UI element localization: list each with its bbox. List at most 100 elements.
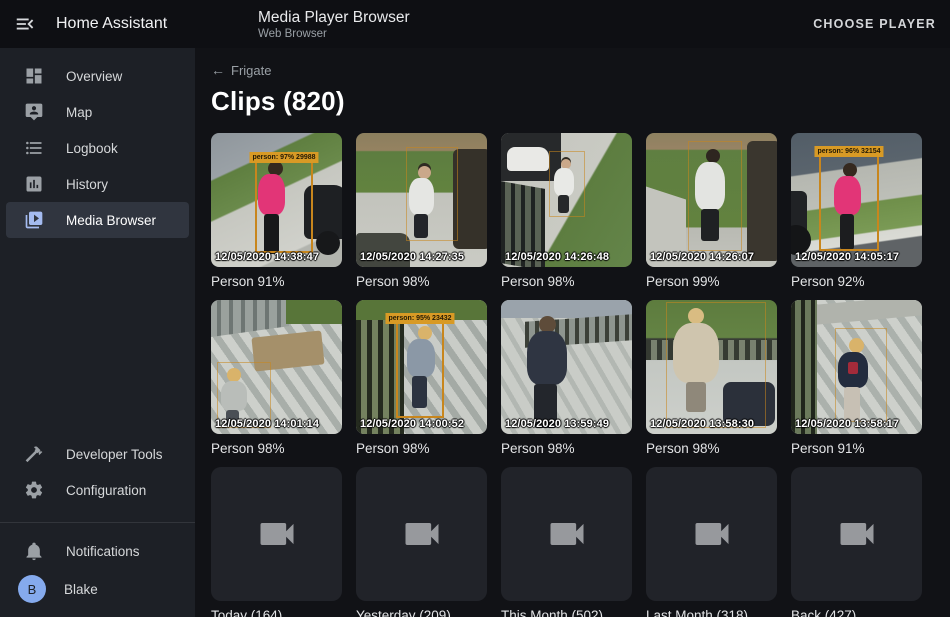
choose-player-button[interactable]: CHOOSE PLAYER bbox=[813, 17, 936, 31]
tooltip-account-icon bbox=[24, 102, 44, 122]
page-title: Clips (820) bbox=[211, 86, 934, 117]
player-heading: Media Player Browser Web Browser bbox=[195, 8, 410, 41]
sidebar-item-label: Configuration bbox=[66, 483, 146, 498]
clip-card[interactable]: 12/05/2020 13:58:17 Person 91% bbox=[791, 300, 922, 458]
clip-card[interactable]: 12/05/2020 13:59:49 Person 98% bbox=[501, 300, 632, 458]
clip-card[interactable]: person: 95% 23432 12/05/2020 14:00:52 Pe… bbox=[356, 300, 487, 458]
sidebar-item-label: Developer Tools bbox=[66, 447, 163, 462]
folder-tile bbox=[791, 467, 922, 601]
sidebar-item-label: Media Browser bbox=[66, 213, 156, 228]
sidebar-item-overview[interactable]: Overview bbox=[6, 58, 189, 94]
home-assistant-app: Home Assistant Media Player Browser Web … bbox=[0, 0, 950, 617]
clip-label: Person 98% bbox=[646, 440, 777, 458]
clip-thumbnail: 12/05/2020 13:59:49 bbox=[501, 300, 632, 434]
path-shape bbox=[817, 300, 922, 325]
clip-card[interactable]: 12/05/2020 14:26:48 Person 98% bbox=[501, 133, 632, 291]
fence-shape bbox=[791, 300, 817, 434]
clip-timestamp: 12/05/2020 14:26:48 bbox=[505, 251, 609, 263]
clip-timestamp: 12/05/2020 14:27:35 bbox=[360, 251, 464, 263]
video-camera-icon bbox=[400, 512, 444, 556]
clip-thumbnail: 12/05/2020 13:58:30 bbox=[646, 300, 777, 434]
sidebar-item-developer-tools[interactable]: Developer Tools bbox=[6, 436, 189, 472]
menu-open-icon[interactable] bbox=[14, 12, 38, 36]
sidebar-item-label: Logbook bbox=[66, 141, 118, 156]
detection-chip: person: 96% 32154 bbox=[814, 146, 883, 157]
clip-label: Person 98% bbox=[211, 440, 342, 458]
car-shape bbox=[507, 147, 549, 171]
chart-box-icon bbox=[24, 174, 44, 194]
sidebar-item-label: Map bbox=[66, 105, 92, 120]
view-dashboard-icon bbox=[24, 66, 44, 86]
video-camera-icon bbox=[255, 512, 299, 556]
clip-thumbnail: 12/05/2020 14:01:14 bbox=[211, 300, 342, 434]
folder-tile bbox=[501, 467, 632, 601]
sidebar-item-label: History bbox=[66, 177, 108, 192]
sidebar-bottom-section: Notifications B Blake bbox=[0, 522, 195, 617]
folder-tile bbox=[211, 467, 342, 601]
clip-card[interactable]: 12/05/2020 13:58:30 Person 98% bbox=[646, 300, 777, 458]
folder-label: Yesterday (209) bbox=[356, 607, 487, 617]
clip-label: Person 98% bbox=[501, 440, 632, 458]
clip-thumbnail: person: 95% 23432 12/05/2020 14:00:52 bbox=[356, 300, 487, 434]
folder-card-last-month[interactable]: Last Month (318) bbox=[646, 467, 777, 617]
detection-bbox bbox=[835, 328, 887, 422]
back-label: Frigate bbox=[231, 63, 271, 78]
clip-timestamp: 12/05/2020 13:59:49 bbox=[505, 418, 609, 430]
detection-bbox: person: 95% 23432 bbox=[396, 314, 444, 418]
topbar-left: Home Assistant bbox=[0, 12, 195, 36]
railing-shape bbox=[211, 300, 289, 338]
clip-label: Person 98% bbox=[501, 273, 632, 291]
folder-card-back[interactable]: Back (427) bbox=[791, 467, 922, 617]
clip-timestamp: 12/05/2020 13:58:30 bbox=[650, 418, 754, 430]
list-bulleted-icon bbox=[24, 138, 44, 158]
detection-chip: person: 97% 29988 bbox=[249, 152, 318, 163]
clip-thumbnail: person: 97% 29988 12/05/2020 14:38:47 bbox=[211, 133, 342, 267]
sidebar: Overview Map Logbook History Med bbox=[0, 48, 195, 617]
sidebar-item-label: Overview bbox=[66, 69, 122, 84]
sidebar-item-map[interactable]: Map bbox=[6, 94, 189, 130]
play-box-multiple-icon bbox=[24, 210, 44, 230]
folder-card-today[interactable]: Today (164) bbox=[211, 467, 342, 617]
sidebar-item-logbook[interactable]: Logbook bbox=[6, 130, 189, 166]
clip-card[interactable]: person: 96% 32154 12/05/2020 14:05:17 Pe… bbox=[791, 133, 922, 291]
media-browser-content: ← Frigate Clips (820) person: 97% 29988 … bbox=[195, 48, 950, 617]
folder-card-yesterday[interactable]: Yesterday (209) bbox=[356, 467, 487, 617]
sidebar-item-media-browser[interactable]: Media Browser bbox=[6, 202, 189, 238]
player-title: Media Player Browser bbox=[258, 8, 410, 27]
detection-bbox: person: 96% 32154 bbox=[819, 147, 879, 251]
sidebar-item-configuration[interactable]: Configuration bbox=[6, 472, 189, 508]
sidebar-item-label: Notifications bbox=[66, 544, 140, 559]
clip-timestamp: 12/05/2020 14:01:14 bbox=[215, 418, 319, 430]
folder-label: This Month (502) bbox=[501, 607, 632, 617]
clip-label: Person 92% bbox=[791, 273, 922, 291]
sidebar-item-profile[interactable]: B Blake bbox=[6, 569, 189, 609]
clip-card[interactable]: person: 97% 29988 12/05/2020 14:38:47 Pe… bbox=[211, 133, 342, 291]
clip-timestamp: 12/05/2020 14:38:47 bbox=[215, 251, 319, 263]
back-link-frigate[interactable]: ← Frigate bbox=[211, 62, 271, 78]
video-camera-icon bbox=[690, 512, 734, 556]
stroller-wheel bbox=[316, 231, 340, 255]
clip-card[interactable]: 12/05/2020 14:27:35 Person 98% bbox=[356, 133, 487, 291]
folder-card-this-month[interactable]: This Month (502) bbox=[501, 467, 632, 617]
folder-label: Today (164) bbox=[211, 607, 342, 617]
folder-tile bbox=[356, 467, 487, 601]
bench-shape bbox=[453, 149, 487, 249]
clip-card[interactable]: 12/05/2020 14:26:07 Person 99% bbox=[646, 133, 777, 291]
hammer-icon bbox=[24, 444, 44, 464]
clip-thumbnail: person: 96% 32154 12/05/2020 14:05:17 bbox=[791, 133, 922, 267]
detection-bbox bbox=[406, 147, 458, 241]
clip-label: Person 98% bbox=[356, 273, 487, 291]
clip-thumbnail: 12/05/2020 14:27:35 bbox=[356, 133, 487, 267]
clip-timestamp: 12/05/2020 13:58:17 bbox=[795, 418, 899, 430]
grass-shape bbox=[286, 300, 342, 324]
clip-label: Person 99% bbox=[646, 273, 777, 291]
clip-card[interactable]: 12/05/2020 14:01:14 Person 98% bbox=[211, 300, 342, 458]
sidebar-item-history[interactable]: History bbox=[6, 166, 189, 202]
clip-label: Person 91% bbox=[211, 273, 342, 291]
sidebar-item-notifications[interactable]: Notifications bbox=[6, 533, 189, 569]
back-arrow-icon: ← bbox=[211, 62, 225, 78]
clip-thumbnail: 12/05/2020 13:58:17 bbox=[791, 300, 922, 434]
clip-label: Person 91% bbox=[791, 440, 922, 458]
detection-bbox bbox=[666, 302, 766, 428]
top-bar: Home Assistant Media Player Browser Web … bbox=[0, 0, 950, 48]
